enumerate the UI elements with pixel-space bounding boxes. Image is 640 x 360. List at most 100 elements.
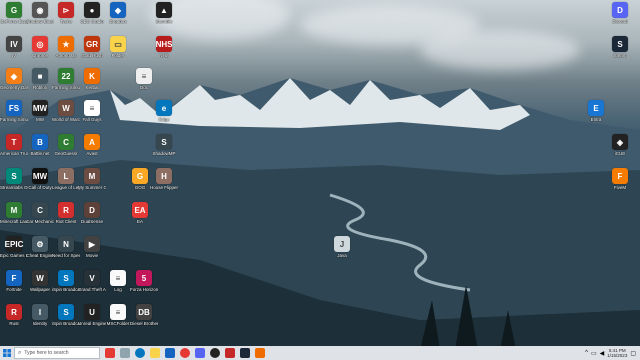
start-button[interactable] — [0, 346, 14, 360]
desktop-icon[interactable]: ▶ Movie — [78, 236, 106, 258]
desktop-icon[interactable]: ⚙ Cheat Engine — [26, 236, 54, 258]
desktop-icon[interactable]: H House Flipper — [150, 168, 178, 190]
desktop-icon-label: Streamlabs OBS — [0, 185, 28, 190]
desktop-icon-label: Battle.net — [30, 151, 50, 156]
desktop-icon[interactable]: SiSpin Broadcaster — [52, 270, 80, 292]
app-icon: U — [84, 304, 100, 320]
desktop-icon-label: League of Legends — [52, 185, 80, 190]
desktop-icon[interactable]: R Riot Client — [52, 202, 80, 224]
desktop-icon-label: Among Us — [55, 53, 77, 58]
desktop-icon[interactable]: NNeed for Speed — [52, 236, 80, 258]
desktop-icon[interactable]: J Java — [328, 236, 356, 258]
app-icon: T — [6, 134, 22, 150]
desktop-icon-label: Edge — [158, 117, 170, 122]
notification-icon[interactable]: ▢ — [630, 350, 636, 357]
desktop-icon[interactable]: E Entra — [582, 100, 610, 122]
desktop-icon[interactable]: B Battle.net — [26, 134, 54, 156]
desktop-icon[interactable]: ● OBS Studio — [78, 2, 106, 24]
app-icon: E — [588, 100, 604, 116]
desktop-icon[interactable]: TAmerican Truck Simulator — [0, 134, 28, 156]
desktop-icon[interactable]: ◆Geometry Dash — [0, 68, 28, 90]
desktop-icon[interactable]: R Rust — [0, 304, 28, 326]
app-icon: ◉ — [32, 2, 48, 18]
network-icon[interactable]: ▭ — [591, 350, 597, 357]
taskbar-app-icon[interactable] — [225, 348, 235, 358]
volume-icon[interactable]: ◀ — [600, 350, 605, 357]
desktop-icon[interactable]: MMy Summer Car — [78, 168, 106, 190]
taskbar-store-icon[interactable] — [165, 348, 175, 358]
desktop-icon[interactable]: GR Gold Rush — [78, 36, 106, 58]
desktop-icon[interactable]: SStreamlabs OBS — [0, 168, 28, 190]
taskbar-gift-icon[interactable] — [105, 348, 115, 358]
desktop-icon[interactable]: MW MW — [26, 100, 54, 122]
desktop-icon[interactable]: ■ Roblox — [26, 68, 54, 90]
desktop-icon[interactable]: F Fortnite — [0, 270, 28, 292]
desktop-icon[interactable]: IV IV — [0, 36, 28, 58]
desktop-icon-label: ShadowMP — [152, 151, 176, 156]
taskbar-task-view-icon[interactable] — [120, 348, 130, 358]
desktop-icon-label: My Summer Car — [78, 185, 106, 190]
desktop-icon[interactable]: ▭ Folder — [104, 36, 132, 58]
desktop-icon-label: World of Warcraft — [52, 117, 80, 122]
desktop-icon[interactable]: I Identity — [26, 304, 54, 326]
desktop-icon[interactable]: ◆ Dropbox — [104, 2, 132, 24]
app-icon: R — [6, 304, 22, 320]
desktop-icon[interactable]: 22Farming Simulator 22 — [52, 68, 80, 90]
desktop-icon[interactable]: MMinecraft Launcher — [0, 202, 28, 224]
desktop-icon[interactable]: A Avast — [78, 134, 106, 156]
desktop-icon[interactable]: SiSpin Broadcast — [52, 304, 80, 326]
desktop-icon[interactable]: C GeoGuessr — [52, 134, 80, 156]
desktop-icon-label: Minecraft Launcher — [0, 219, 28, 224]
desktop-icon[interactable]: W Wallpaper — [26, 270, 54, 292]
desktop-icon[interactable]: GGeForce Experience — [0, 2, 28, 24]
desktop-icon[interactable]: ≡ Doc — [130, 68, 158, 90]
taskbar-discord-icon[interactable] — [195, 348, 205, 358]
desktop-icon-label: House Flipper — [150, 185, 178, 190]
app-icon: ● — [84, 2, 100, 18]
desktop-icon[interactable]: U Unreal Engine — [78, 304, 106, 326]
desktop-icon[interactable]: DB Diesel Brothers — [130, 304, 158, 326]
chevron-up-icon[interactable]: ^ — [585, 350, 588, 356]
desktop-icon[interactable]: MW Call of Duty — [26, 168, 54, 190]
desktop-icon[interactable]: D DualSense — [78, 202, 106, 224]
desktop-icon[interactable]: ◈ iCUE — [606, 134, 634, 156]
desktop-icon-label: American Truck Simulator — [0, 151, 28, 156]
desktop-icon[interactable]: 5Forza Horizon 5 — [130, 270, 158, 292]
taskbar-steam-icon[interactable] — [240, 348, 250, 358]
desktop-icon[interactable]: WWorld of Warcraft — [52, 100, 80, 122]
desktop-icon[interactable]: C Car Mechanic — [26, 202, 54, 224]
desktop-icon[interactable]: EA EA — [126, 202, 154, 224]
clock[interactable]: 5:41 PM 1/15/2023 — [607, 348, 627, 358]
app-icon: S — [6, 168, 22, 184]
desktop-icon[interactable]: ★ Among Us — [52, 36, 80, 58]
desktop-icon[interactable]: S Steam — [606, 36, 634, 58]
desktop-icon[interactable]: ▲ Stumble — [150, 2, 178, 24]
taskbar-edge-icon[interactable] — [135, 348, 145, 358]
taskbar-game-icon[interactable] — [255, 348, 265, 358]
desktop-icon[interactable]: LLeague of Legends — [52, 168, 80, 190]
desktop-icon[interactable]: VGrand Theft Auto V — [78, 270, 106, 292]
desktop-icon[interactable]: K Kerbal — [78, 68, 106, 90]
taskbar-chrome-icon[interactable] — [180, 348, 190, 358]
desktop-icon[interactable]: ≡ Log — [104, 270, 132, 292]
desktop-icon[interactable]: ≡ MSCFolder — [104, 304, 132, 326]
desktop-icon[interactable]: NHS NHS — [150, 36, 178, 58]
desktop-icon[interactable]: D Discord — [606, 2, 634, 24]
desktop-icon[interactable]: EPICEpic Games Launcher — [0, 236, 28, 258]
desktop-icon[interactable]: F FiveM — [606, 168, 634, 190]
desktop-icon[interactable]: e Edge — [150, 100, 178, 122]
app-icon: IV — [6, 36, 22, 52]
desktop-icon-label: GeoGuessr — [54, 151, 78, 156]
desktop-icon[interactable]: ⊳ Tyche — [52, 2, 80, 24]
search-box[interactable]: ⌕ Type here to search — [14, 347, 100, 359]
app-icon: DB — [136, 304, 152, 320]
taskbar-obs-icon[interactable] — [210, 348, 220, 358]
app-icon: D — [84, 202, 100, 218]
desktop-icon[interactable]: ◉ Shadow Blast — [26, 2, 54, 24]
desktop-icon[interactable]: S ShadowMP — [150, 134, 178, 156]
taskbar-folder-icon[interactable] — [150, 348, 160, 358]
desktop-icon[interactable]: ≡ Fall Guys — [78, 100, 106, 122]
desktop-icon[interactable]: ◎ Chrome — [26, 36, 54, 58]
app-icon: ▲ — [156, 2, 172, 18]
desktop-icon[interactable]: FSFarming Simulator 22 — [0, 100, 28, 122]
